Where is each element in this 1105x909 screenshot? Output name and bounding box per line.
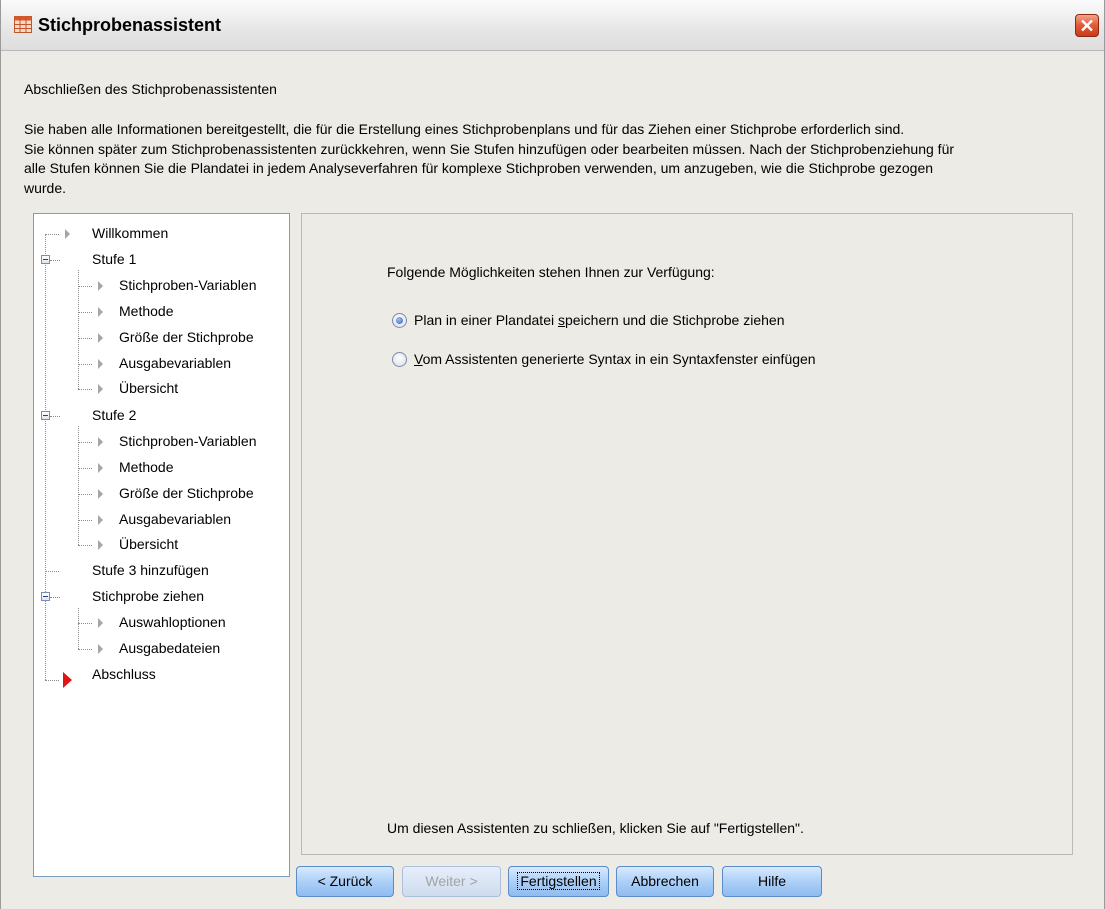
tree-connector bbox=[45, 234, 46, 680]
description-line: wurde. bbox=[24, 179, 67, 196]
current-step-arrow-icon bbox=[63, 672, 72, 688]
cancel-button[interactable]: Abbrechen bbox=[616, 866, 714, 897]
tree-item-abschluss[interactable]: Abschluss bbox=[92, 666, 156, 682]
step-arrow-icon bbox=[98, 437, 103, 447]
close-icon bbox=[1081, 19, 1093, 32]
tree-item-willkommen[interactable]: Willkommen bbox=[92, 225, 168, 241]
tree-item-stichprobe-ziehen[interactable]: Stichprobe ziehen bbox=[92, 588, 204, 604]
collapse-icon[interactable] bbox=[41, 255, 50, 264]
tree-item-stufe1-methode[interactable]: Methode bbox=[119, 303, 173, 319]
tree-item-stufe-3-hinzufuegen[interactable]: Stufe 3 hinzufügen bbox=[92, 562, 209, 578]
step-arrow-icon bbox=[98, 540, 103, 550]
step-arrow-icon bbox=[98, 281, 103, 291]
next-button[interactable]: Weiter > bbox=[402, 866, 501, 897]
tree-item-stufe2-ausgabevariablen[interactable]: Ausgabevariablen bbox=[119, 511, 231, 527]
help-button[interactable]: Hilfe bbox=[722, 866, 822, 897]
tree-item-stufe2-groesse[interactable]: Größe der Stichprobe bbox=[119, 485, 254, 501]
tree-item-stufe2-variablen[interactable]: Stichproben-Variablen bbox=[119, 433, 257, 449]
page-heading: Abschließen des Stichprobenassistenten bbox=[24, 81, 277, 97]
step-arrow-icon bbox=[65, 229, 70, 239]
description-line: Sie können später zum Stichprobenassiste… bbox=[24, 140, 955, 157]
tree-item-stufe-1[interactable]: Stufe 1 bbox=[92, 251, 136, 267]
tree-item-stufe2-uebersicht[interactable]: Übersicht bbox=[119, 536, 178, 552]
step-arrow-icon bbox=[98, 644, 103, 654]
finish-hint-text: Um diesen Assistenten zu schließen, klic… bbox=[387, 820, 804, 836]
options-prompt: Folgende Möglichkeiten stehen Ihnen zur … bbox=[387, 264, 715, 280]
radio-button-checked[interactable] bbox=[392, 313, 407, 328]
tree-item-stufe-2[interactable]: Stufe 2 bbox=[92, 407, 136, 423]
step-arrow-icon bbox=[98, 359, 103, 369]
tree-connector bbox=[78, 270, 79, 389]
wizard-step-tree[interactable]: Willkommen Stufe 1 Stichproben-Variablen… bbox=[33, 213, 290, 877]
step-arrow-icon bbox=[98, 463, 103, 473]
radio-button[interactable] bbox=[392, 352, 407, 367]
tree-item-stufe1-groesse[interactable]: Größe der Stichprobe bbox=[119, 329, 254, 345]
table-app-icon bbox=[14, 16, 32, 33]
step-arrow-icon bbox=[98, 515, 103, 525]
step-arrow-icon bbox=[98, 333, 103, 343]
collapse-icon[interactable] bbox=[41, 592, 50, 601]
back-button[interactable]: < Zurück bbox=[296, 866, 394, 897]
tree-item-stufe1-uebersicht[interactable]: Übersicht bbox=[119, 380, 178, 396]
finish-button[interactable]: Fertigstellen bbox=[508, 866, 609, 897]
tree-connector bbox=[78, 426, 79, 545]
collapse-icon[interactable] bbox=[41, 411, 50, 420]
tree-connector bbox=[78, 608, 79, 649]
finish-button-label: Fertigstellen bbox=[517, 872, 600, 890]
tree-item-stufe2-methode[interactable]: Methode bbox=[119, 459, 173, 475]
finish-options-panel bbox=[301, 213, 1073, 855]
step-arrow-icon bbox=[98, 489, 103, 499]
page-description: Sie haben alle Informationen bereitgeste… bbox=[24, 120, 1084, 198]
window-title: Stichprobenassistent bbox=[38, 15, 222, 35]
description-line: Sie haben alle Informationen bereitgeste… bbox=[24, 121, 905, 137]
step-arrow-icon bbox=[98, 384, 103, 394]
step-arrow-icon bbox=[98, 307, 103, 317]
tree-item-stufe1-ausgabevariablen[interactable]: Ausgabevariablen bbox=[119, 355, 231, 371]
close-button[interactable] bbox=[1075, 14, 1099, 37]
option-label[interactable]: Plan in einer Plandatei speichern und di… bbox=[414, 312, 785, 328]
step-arrow-icon bbox=[98, 618, 103, 628]
option-label[interactable]: Vom Assistenten generierte Syntax in ein… bbox=[414, 351, 816, 367]
description-line: alle Stufen können Sie die Plandatei in … bbox=[24, 160, 934, 176]
wizard-window: Stichprobenassistent Abschließen des Sti… bbox=[0, 0, 1105, 909]
tree-item-auswahloptionen[interactable]: Auswahloptionen bbox=[119, 614, 226, 630]
tree-item-ausgabedateien[interactable]: Ausgabedateien bbox=[119, 640, 220, 656]
title-bar[interactable]: Stichprobenassistent bbox=[1, 0, 1104, 51]
tree-item-stufe1-variablen[interactable]: Stichproben-Variablen bbox=[119, 277, 257, 293]
